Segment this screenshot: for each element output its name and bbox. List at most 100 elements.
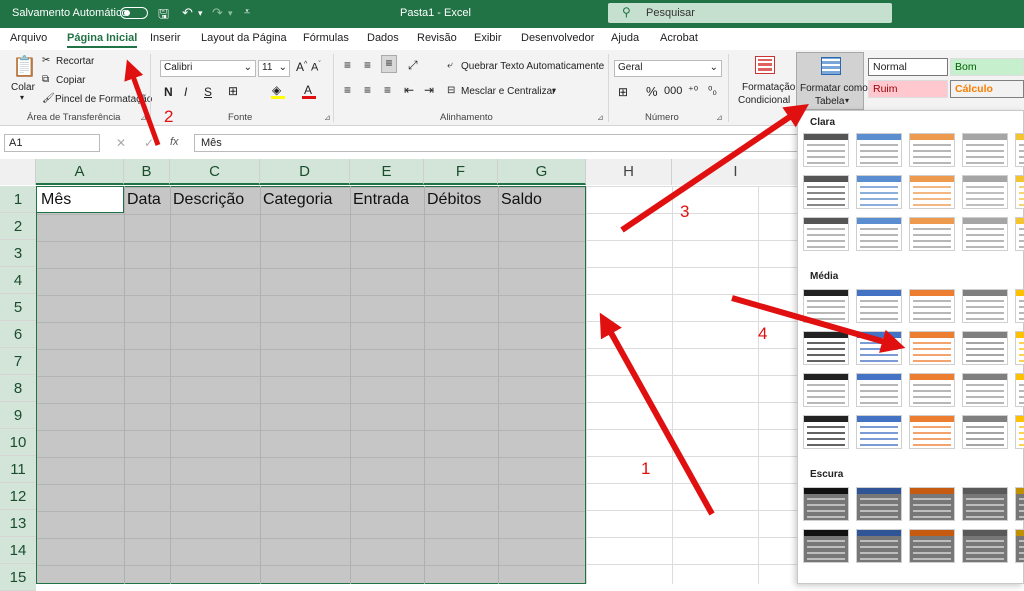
row-header-12[interactable]: 12 xyxy=(0,483,36,510)
font-color-icon[interactable]: A xyxy=(304,83,312,97)
number-dialog-launcher-icon[interactable]: ⊿ xyxy=(716,113,723,122)
row-header-11[interactable]: 11 xyxy=(0,456,36,483)
decrease-indent-icon[interactable]: ⇤ xyxy=(404,83,414,97)
table-style-thumbnail[interactable] xyxy=(803,331,849,365)
paste-label[interactable]: Colar xyxy=(11,82,35,93)
table-style-thumbnail[interactable] xyxy=(803,217,849,251)
table-style-thumbnail[interactable] xyxy=(856,487,902,521)
table-style-thumbnail[interactable] xyxy=(856,175,902,209)
table-style-thumbnail[interactable] xyxy=(1015,133,1024,167)
table-style-thumbnail[interactable] xyxy=(856,373,902,407)
tab-layout[interactable]: Layout da Página xyxy=(201,32,287,44)
cell-e1[interactable]: Entrada xyxy=(350,186,424,213)
tab-exibir[interactable]: Exibir xyxy=(474,32,502,44)
cell-c1[interactable]: Descrição xyxy=(170,186,260,213)
table-style-thumbnail[interactable] xyxy=(856,289,902,323)
align-middle-icon[interactable]: ≡ xyxy=(364,58,371,72)
grow-font-icon[interactable]: A^ xyxy=(296,60,307,74)
tab-dados[interactable]: Dados xyxy=(367,32,399,44)
save-icon[interactable]: 🖫 xyxy=(158,5,169,27)
shrink-font-icon[interactable]: Aˇ xyxy=(311,61,321,74)
paste-icon[interactable]: 📋 xyxy=(12,54,37,79)
format-as-table-button[interactable]: Formatar como Tabela ▾ xyxy=(796,52,868,110)
column-header-i[interactable]: I xyxy=(672,159,800,185)
column-header-a[interactable]: A xyxy=(36,159,124,185)
undo-icon[interactable]: ↶ xyxy=(182,5,193,21)
table-style-thumbnail[interactable] xyxy=(803,289,849,323)
table-style-thumbnail[interactable] xyxy=(962,487,1008,521)
style-calculo[interactable]: Cálculo xyxy=(950,80,1024,98)
align-top-icon[interactable]: ≡ xyxy=(344,58,351,72)
column-header-g[interactable]: G xyxy=(498,159,586,185)
font-name-select[interactable]: Calibri ⌄ xyxy=(160,60,256,77)
cancel-icon[interactable]: ✕ xyxy=(116,136,126,150)
tab-pagina-inicial[interactable]: Página Inicial xyxy=(67,32,138,48)
italic-icon[interactable]: I xyxy=(184,85,187,99)
row-header-8[interactable]: 8 xyxy=(0,375,36,402)
table-style-thumbnail[interactable] xyxy=(1015,487,1024,521)
column-header-b[interactable]: B xyxy=(124,159,170,185)
table-style-thumbnail[interactable] xyxy=(856,529,902,563)
comma-style-icon[interactable]: 000 xyxy=(664,85,682,97)
align-bottom-icon[interactable]: ≡ xyxy=(381,55,397,73)
tab-desenvolvedor[interactable]: Desenvolvedor xyxy=(521,32,594,44)
table-style-thumbnail[interactable] xyxy=(962,133,1008,167)
conditional-formatting-line2[interactable]: Condicional xyxy=(738,95,790,106)
row-header-14[interactable]: 14 xyxy=(0,537,36,564)
wrap-text-button[interactable]: Quebrar Texto Automaticamente xyxy=(461,61,604,72)
tab-arquivo[interactable]: Arquivo xyxy=(10,32,47,44)
table-style-thumbnail[interactable] xyxy=(962,289,1008,323)
row-header-9[interactable]: 9 xyxy=(0,402,36,429)
tab-formulas[interactable]: Fórmulas xyxy=(303,32,349,44)
cell-d1[interactable]: Categoria xyxy=(260,186,350,213)
autosave-toggle[interactable] xyxy=(120,7,148,19)
table-style-thumbnail[interactable] xyxy=(856,133,902,167)
table-style-thumbnail[interactable] xyxy=(856,415,902,449)
orientation-icon[interactable]: ⤢ xyxy=(408,58,418,73)
table-style-thumbnail[interactable] xyxy=(856,331,902,365)
row-header-1[interactable]: 1 xyxy=(0,186,36,213)
fill-color-icon[interactable]: ◈ xyxy=(272,83,281,97)
row-header-3[interactable]: 3 xyxy=(0,240,36,267)
table-style-thumbnail[interactable] xyxy=(1015,415,1024,449)
table-style-thumbnail[interactable] xyxy=(1015,289,1024,323)
row-header-5[interactable]: 5 xyxy=(0,294,36,321)
format-painter-icon[interactable]: 🖌 xyxy=(42,93,55,104)
redo-dropdown-icon[interactable]: ▾ xyxy=(228,8,233,19)
table-style-thumbnail[interactable] xyxy=(909,415,955,449)
search-box[interactable]: ⚲ Pesquisar xyxy=(608,3,892,23)
conditional-formatting-icon[interactable] xyxy=(755,56,775,74)
cell-grid[interactable] xyxy=(586,186,800,584)
cut-icon[interactable]: ✂ xyxy=(42,55,50,66)
increase-decimal-icon[interactable]: ⁺⁰ xyxy=(688,84,698,97)
column-header-h[interactable]: H xyxy=(586,159,672,185)
table-style-thumbnail[interactable] xyxy=(909,487,955,521)
tab-ajuda[interactable]: Ajuda xyxy=(611,32,639,44)
formula-input[interactable]: Mês xyxy=(194,134,800,152)
table-style-thumbnail[interactable] xyxy=(909,133,955,167)
cut-button[interactable]: Recortar xyxy=(56,56,94,67)
alignment-dialog-launcher-icon[interactable]: ⊿ xyxy=(597,113,604,122)
bold-icon[interactable]: N xyxy=(164,85,173,99)
table-style-thumbnail[interactable] xyxy=(962,373,1008,407)
row-header-6[interactable]: 6 xyxy=(0,321,36,348)
selected-range[interactable] xyxy=(36,186,586,584)
column-header-f[interactable]: F xyxy=(424,159,498,185)
table-style-thumbnail[interactable] xyxy=(803,373,849,407)
chevron-down-icon[interactable]: ▾ xyxy=(552,86,556,95)
tab-acrobat[interactable]: Acrobat xyxy=(660,32,698,44)
table-style-thumbnail[interactable] xyxy=(1015,529,1024,563)
font-size-select[interactable]: 11 ⌄ xyxy=(258,60,290,77)
column-header-c[interactable]: C xyxy=(170,159,260,185)
paste-dropdown-icon[interactable]: ▾ xyxy=(20,93,24,102)
table-style-thumbnail[interactable] xyxy=(803,415,849,449)
increase-indent-icon[interactable]: ⇥ xyxy=(424,83,434,97)
table-style-thumbnail[interactable] xyxy=(803,133,849,167)
table-style-thumbnail[interactable] xyxy=(962,217,1008,251)
table-style-thumbnail[interactable] xyxy=(962,415,1008,449)
decrease-decimal-icon[interactable]: ⁰₀ xyxy=(708,84,717,97)
select-all-corner[interactable] xyxy=(0,159,36,185)
align-center-icon[interactable]: ≡ xyxy=(364,83,371,97)
table-style-thumbnail[interactable] xyxy=(803,175,849,209)
tab-revisao[interactable]: Revisão xyxy=(417,32,457,44)
